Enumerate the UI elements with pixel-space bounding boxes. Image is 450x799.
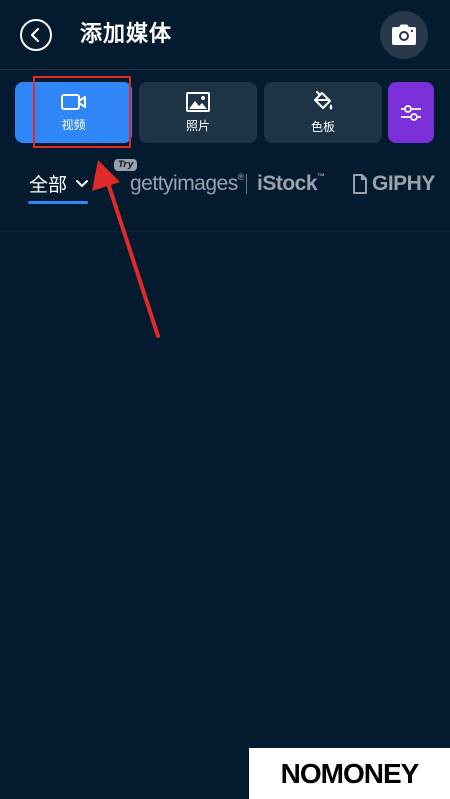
watermark-logo: NOMONEY bbox=[249, 748, 450, 799]
watermark-text: NOMONEY bbox=[280, 757, 420, 789]
annotation-arrow bbox=[92, 160, 160, 338]
